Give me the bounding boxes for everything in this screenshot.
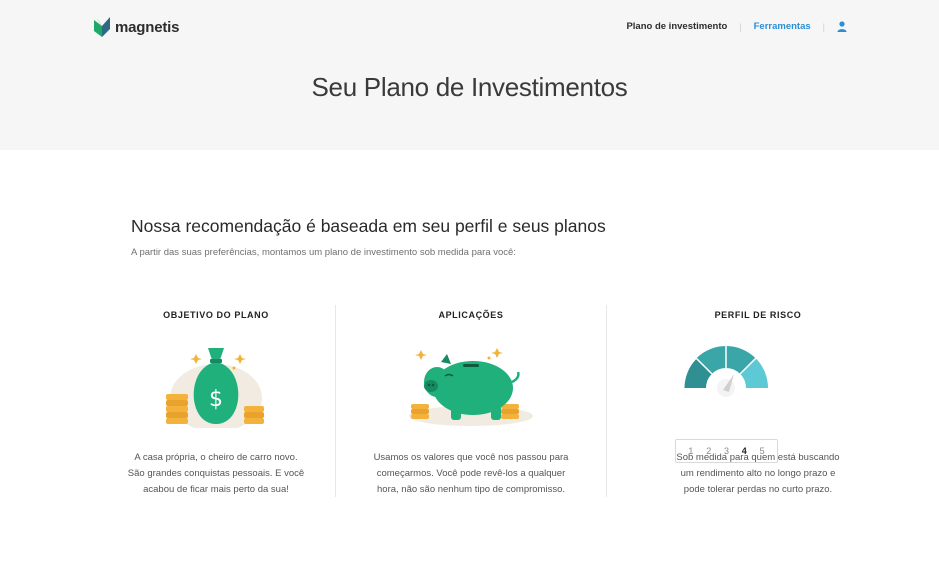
magnetis-logo-icon — [94, 17, 110, 37]
svg-text:$: $ — [209, 387, 223, 412]
card-title: APLICAÇÕES — [438, 310, 504, 320]
hero-banner: magnetis Plano de investimento | Ferrame… — [0, 0, 939, 150]
recommendation-subtitle: A partir das suas preferências, montamos… — [131, 247, 516, 258]
recommendation-title: Nossa recomendação é baseada em seu perf… — [131, 216, 606, 236]
brand-name: magnetis — [115, 18, 180, 36]
illustration — [336, 342, 606, 428]
nav-plano-investimento[interactable]: Plano de investimento — [626, 21, 727, 32]
card-description: A casa própria, o cheiro de carro novo. … — [127, 452, 305, 495]
user-icon[interactable] — [837, 21, 847, 32]
plan-goal-card: OBJETIVO DO PLANO $ A casa própria, o ch… — [80, 305, 352, 497]
nav-ferramentas[interactable]: Ferramentas — [754, 21, 811, 32]
nav-divider: | — [739, 21, 742, 32]
illustration: $ — [80, 342, 352, 428]
card-description: Usamos os valores que você nos passou pa… — [373, 452, 569, 495]
brand-logo[interactable]: magnetis — [94, 17, 179, 37]
top-nav: Plano de investimento | Ferramentas | — [626, 21, 847, 32]
card-title: PERFIL DE RISCO — [714, 310, 802, 320]
piggy-bank-icon — [409, 348, 533, 426]
applications-card: APLICAÇÕES Usamos os valores que você no… — [335, 305, 607, 497]
illustration: 1 2 3 4 5 — [608, 342, 908, 463]
card-description: Sob medida para quem está buscando um re… — [676, 452, 840, 495]
risk-profile-card: PERFIL DE RISCO 1 2 3 4 5 Sob medida par… — [608, 305, 908, 497]
page-title: Seu Plano de Investimentos — [311, 72, 628, 102]
nav-divider: | — [822, 21, 825, 32]
card-title: OBJETIVO DO PLANO — [163, 310, 269, 320]
risk-gauge-icon — [683, 346, 768, 397]
money-bag-icon: $ — [166, 348, 264, 428]
